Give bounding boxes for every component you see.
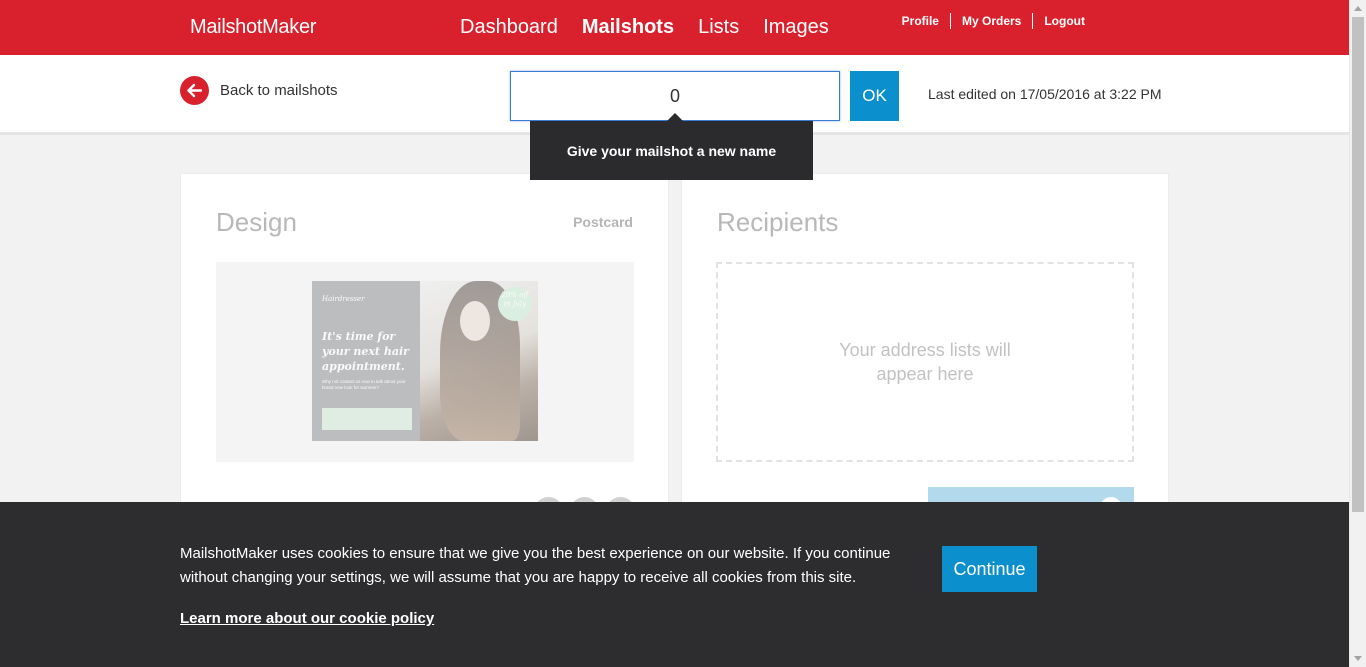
back-to-mailshots-button[interactable]: Back to mailshots xyxy=(180,76,338,105)
page-scrollbar[interactable] xyxy=(1349,0,1366,667)
postcard-photo: 20% off in July xyxy=(420,281,538,441)
postcard-logo: Hairdresser xyxy=(322,295,365,303)
arrow-left-icon xyxy=(180,76,209,105)
ok-button[interactable]: OK xyxy=(850,71,899,121)
brand-logo[interactable]: MailshotMaker xyxy=(190,16,316,39)
user-nav: Profile My Orders Logout xyxy=(902,13,1085,29)
nav-divider xyxy=(949,13,951,29)
continue-button[interactable]: Continue xyxy=(942,546,1037,592)
recipients-title: Recipients xyxy=(717,207,839,237)
nav-images[interactable]: Images xyxy=(763,16,829,39)
face-illustration xyxy=(460,301,490,341)
design-card: Design Postcard Hairdresser It's time fo… xyxy=(180,173,669,526)
main-nav: Dashboard Mailshots Lists Images xyxy=(460,16,853,39)
nav-dashboard[interactable]: Dashboard xyxy=(460,16,558,39)
nav-divider xyxy=(1032,13,1034,29)
scroll-thumb[interactable] xyxy=(1352,17,1364,512)
cookie-policy-link[interactable]: Learn more about our cookie policy xyxy=(180,610,434,627)
rename-tooltip: Give your mailshot a new name xyxy=(530,113,813,180)
last-edited-text: Last edited on 17/05/2016 at 3:22 PM xyxy=(928,86,1162,102)
postcard-thumbnail: Hairdresser It's time for your next hair… xyxy=(312,281,538,441)
my-orders-link[interactable]: My Orders xyxy=(962,14,1021,28)
postcard-contact-box xyxy=(322,408,412,430)
nav-lists[interactable]: Lists xyxy=(698,16,739,39)
design-preview[interactable]: Hairdresser It's time for your next hair… xyxy=(216,262,634,462)
address-list-dropzone: Your address lists will appear here xyxy=(716,262,1134,462)
profile-link[interactable]: Profile xyxy=(902,14,939,28)
logout-link[interactable]: Logout xyxy=(1044,14,1085,28)
scroll-down-arrow-icon[interactable] xyxy=(1354,656,1362,661)
cookie-message: MailshotMaker uses cookies to ensure tha… xyxy=(180,545,891,586)
top-navbar: MailshotMaker Dashboard Mailshots Lists … xyxy=(0,0,1349,55)
discount-badge: 20% off in July xyxy=(498,287,532,321)
scroll-up-arrow-icon[interactable] xyxy=(1354,6,1362,11)
recipients-card: Recipients Your address lists will appea… xyxy=(681,173,1169,519)
nav-mailshots[interactable]: Mailshots xyxy=(582,16,674,39)
postcard-front-left: Hairdresser It's time for your next hair… xyxy=(312,281,420,441)
cookie-banner: MailshotMaker uses cookies to ensure tha… xyxy=(0,502,1349,667)
empty-lists-text: Your address lists will appear here xyxy=(839,340,1011,384)
back-label: Back to mailshots xyxy=(220,82,338,99)
postcard-headline: It's time for your next hair appointment… xyxy=(322,330,409,373)
design-title: Design xyxy=(216,207,297,237)
format-label: Postcard xyxy=(573,214,633,230)
postcard-body: Why not contact us now to talk about you… xyxy=(322,379,406,390)
